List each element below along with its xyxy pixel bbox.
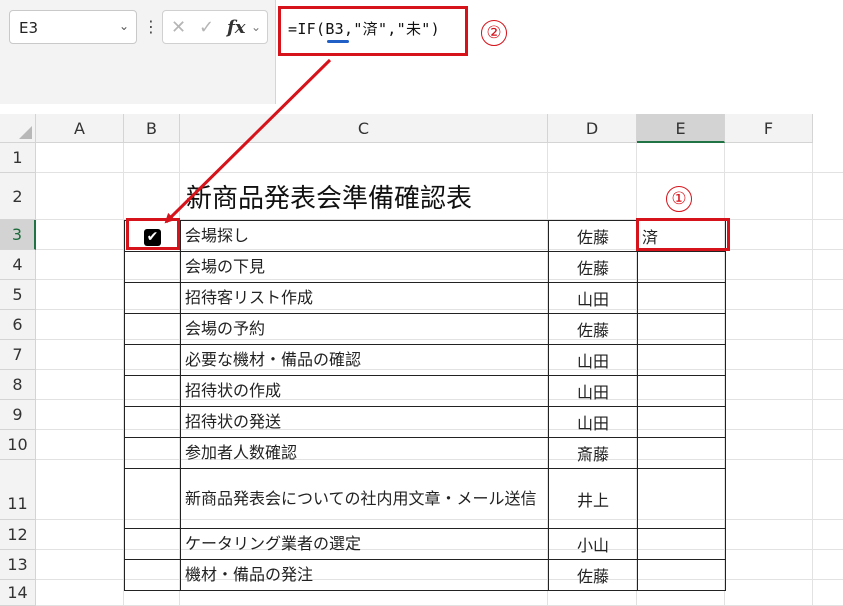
formula-highlight-box <box>278 6 468 56</box>
table-row: 会場の下見 佐藤 <box>124 251 726 283</box>
checkbox-cell[interactable] <box>124 468 181 529</box>
person-cell[interactable]: 小山 <box>548 528 638 560</box>
status-cell[interactable] <box>637 251 726 283</box>
column-header-a[interactable]: A <box>36 114 124 143</box>
table-row: 招待状の作成 山田 <box>124 375 726 407</box>
chevron-down-icon[interactable]: ⌄ <box>119 19 129 33</box>
table-row: 招待客リスト作成 山田 <box>124 282 726 314</box>
checkbox-highlight-box <box>126 218 180 250</box>
row-header-8[interactable]: 8 <box>0 370 36 400</box>
checkbox-cell[interactable] <box>124 437 181 469</box>
checkbox-cell[interactable] <box>124 313 181 345</box>
checkbox-cell[interactable] <box>124 559 181 591</box>
row-header-3[interactable]: 3 <box>0 220 36 250</box>
row-header-14[interactable]: 14 <box>0 580 36 606</box>
sheet-title[interactable]: 新商品発表会準備確認表 <box>186 178 472 215</box>
person-cell[interactable]: 佐藤 <box>548 251 638 283</box>
task-cell[interactable]: 会場の下見 <box>180 251 549 283</box>
task-cell[interactable]: 新商品発表会についての社内用文章・メール送信 <box>180 468 549 529</box>
name-box-value: E3 <box>19 19 39 37</box>
person-cell[interactable]: 井上 <box>548 468 638 529</box>
row-header-7[interactable]: 7 <box>0 340 36 370</box>
row-header-12[interactable]: 12 <box>0 520 36 550</box>
result-highlight-box <box>636 218 730 251</box>
grid-line <box>812 143 813 606</box>
task-table: ✔ 会場探し 佐藤済会場の下見 佐藤 招待客リスト作成 山田 会場の予約 佐藤 必要な機材・備品… <box>124 220 726 591</box>
column-header-e[interactable]: E <box>637 114 725 143</box>
task-cell[interactable]: ケータリング業者の選定 <box>180 528 549 560</box>
person-cell[interactable]: 山田 <box>548 282 638 314</box>
annotation-marker-2: ② <box>481 20 507 46</box>
task-cell[interactable]: 招待状の作成 <box>180 375 549 407</box>
column-header-d[interactable]: D <box>548 114 637 143</box>
status-cell[interactable] <box>637 282 726 314</box>
task-cell[interactable]: 会場の予約 <box>180 313 549 345</box>
table-row: 招待状の発送 山田 <box>124 406 726 438</box>
status-cell[interactable] <box>637 406 726 438</box>
status-cell[interactable] <box>637 375 726 407</box>
row-header-13[interactable]: 13 <box>0 550 36 580</box>
table-row: 新商品発表会についての社内用文章・メール送信 井上 <box>124 468 726 529</box>
checkbox-cell[interactable] <box>124 375 181 407</box>
row-header-10[interactable]: 10 <box>0 430 36 460</box>
checkbox-cell[interactable] <box>124 406 181 438</box>
task-cell[interactable]: 招待状の発送 <box>180 406 549 438</box>
column-header-c[interactable]: C <box>180 114 548 143</box>
checkbox-cell[interactable] <box>124 344 181 376</box>
table-row: 機材・備品の発注 佐藤 <box>124 559 726 591</box>
task-cell[interactable]: 招待客リスト作成 <box>180 282 549 314</box>
person-cell[interactable]: 佐藤 <box>548 559 638 591</box>
person-cell[interactable]: 佐藤 <box>548 220 638 252</box>
task-cell[interactable]: 会場探し <box>180 220 549 252</box>
person-cell[interactable]: 佐藤 <box>548 313 638 345</box>
status-cell[interactable] <box>637 468 726 529</box>
row-header-11[interactable]: 11 <box>0 460 36 520</box>
row-header-4[interactable]: 4 <box>0 250 36 280</box>
task-cell[interactable]: 機材・備品の発注 <box>180 559 549 591</box>
name-box[interactable]: E3 ⌄ <box>9 10 137 44</box>
row-header-2[interactable]: 2 <box>0 173 36 220</box>
annotation-marker-1: ① <box>666 186 692 212</box>
status-cell[interactable] <box>637 528 726 560</box>
table-row: 参加者人数確認 斎藤 <box>124 437 726 469</box>
chevron-down-icon[interactable]: ⌄ <box>251 20 261 34</box>
person-cell[interactable]: 斎藤 <box>548 437 638 469</box>
status-cell[interactable] <box>637 559 726 591</box>
column-header-f[interactable]: F <box>725 114 813 143</box>
table-row: 会場の予約 佐藤 <box>124 313 726 345</box>
person-cell[interactable]: 山田 <box>548 344 638 376</box>
row-header-1[interactable]: 1 <box>0 143 36 173</box>
checkbox-cell[interactable] <box>124 251 181 283</box>
table-row: ケータリング業者の選定 小山 <box>124 528 726 560</box>
kebab-icon[interactable]: ⋮ <box>143 14 159 40</box>
task-cell[interactable]: 必要な機材・備品の確認 <box>180 344 549 376</box>
column-header-b[interactable]: B <box>124 114 180 143</box>
task-cell[interactable]: 参加者人数確認 <box>180 437 549 469</box>
table-row: 必要な機材・備品の確認 山田 <box>124 344 726 376</box>
check-icon[interactable]: ✓ <box>199 17 214 38</box>
row-header-6[interactable]: 6 <box>0 310 36 340</box>
grid-line <box>36 172 843 173</box>
checkbox-cell[interactable] <box>124 282 181 314</box>
person-cell[interactable]: 山田 <box>548 406 638 438</box>
formula-actions: ✕ ✓ fx ⌄ <box>162 10 268 44</box>
status-cell[interactable] <box>637 313 726 345</box>
row-header-9[interactable]: 9 <box>0 400 36 430</box>
cancel-icon[interactable]: ✕ <box>171 17 186 38</box>
select-all-corner[interactable] <box>0 114 36 143</box>
person-cell[interactable]: 山田 <box>548 375 638 407</box>
status-cell[interactable] <box>637 344 726 376</box>
row-header-5[interactable]: 5 <box>0 280 36 310</box>
checkbox-cell[interactable] <box>124 528 181 560</box>
status-cell[interactable] <box>637 437 726 469</box>
fx-icon[interactable]: fx <box>227 17 245 38</box>
